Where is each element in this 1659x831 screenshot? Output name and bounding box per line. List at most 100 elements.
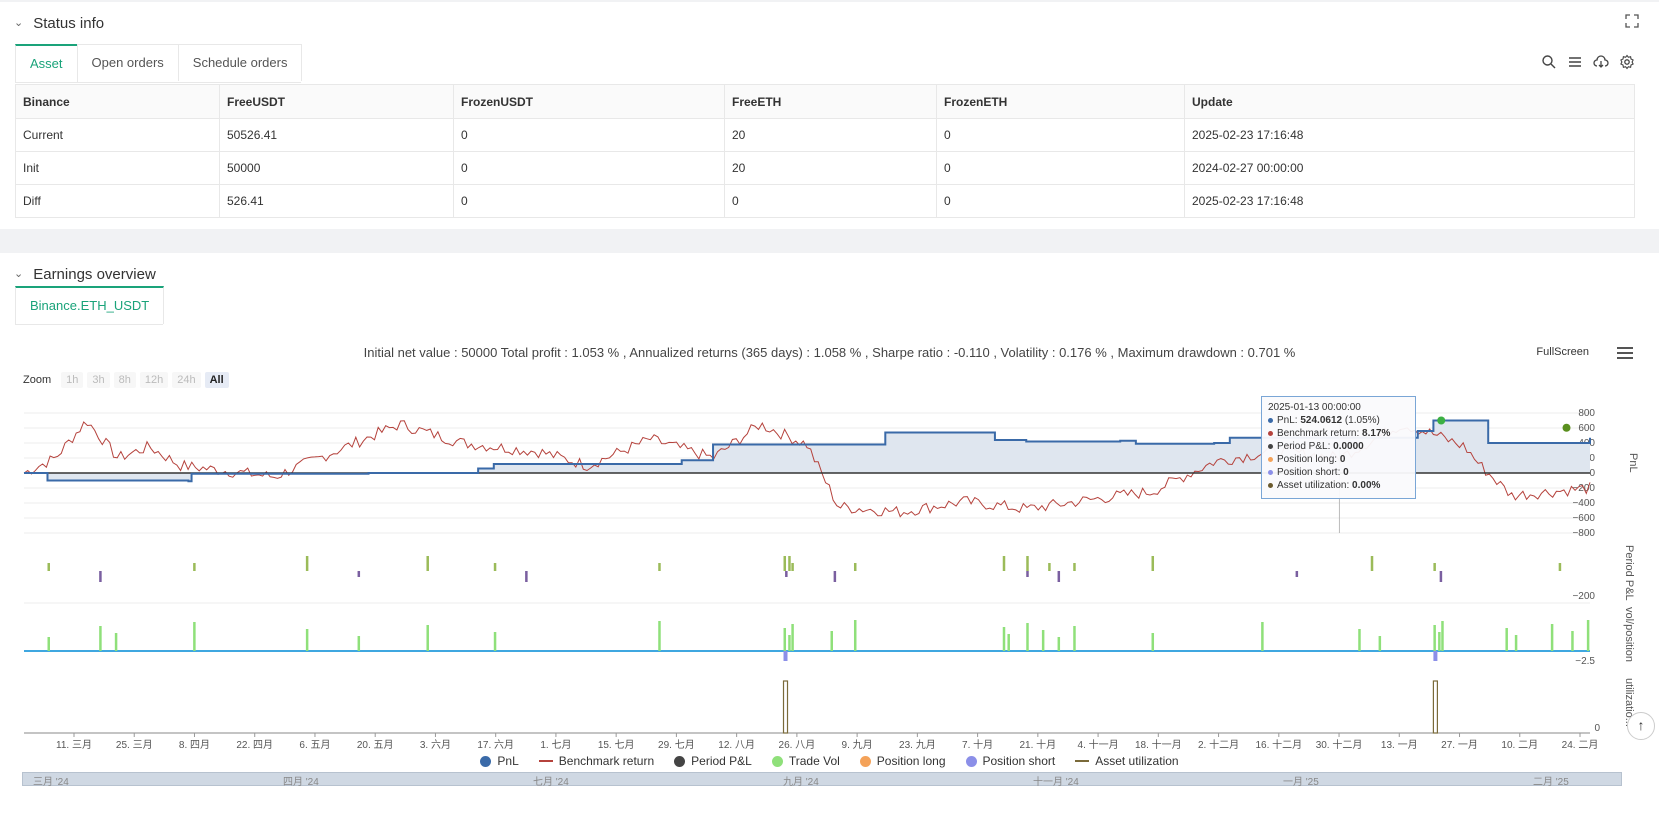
- trade-vol-bar: [853, 620, 857, 651]
- column-header[interactable]: Binance: [15, 84, 220, 119]
- chart-tooltip: 2025-01-13 00:00:00 PnL: 524.0612 (1.05%…: [1261, 396, 1416, 499]
- tooltip-label: Position long:: [1277, 454, 1340, 465]
- x-tick-label: 6. 五月: [299, 739, 330, 751]
- table-cell: 2025-02-23 17:16:48: [1184, 118, 1635, 152]
- chevron-down-icon[interactable]: ⌄: [14, 16, 23, 29]
- chart-legend: PnL Benchmark return Period P&L Trade Vol Po…: [0, 754, 1659, 768]
- table-cell: 0: [724, 184, 937, 218]
- y-axis-label: Period P&L: [1623, 545, 1635, 601]
- navigator-label: 十一月 '24: [1033, 777, 1079, 788]
- legend-item[interactable]: Position long: [859, 754, 946, 768]
- legend-swatch-icon: [538, 760, 553, 762]
- x-tick-label: 1. 七月: [540, 739, 571, 751]
- legend-item[interactable]: Period P&L: [674, 754, 752, 768]
- table-cell: 2024-02-27 00:00:00: [1184, 151, 1635, 185]
- position-short-bar: [1433, 651, 1438, 661]
- x-tick-label: 27. 一月: [1441, 739, 1478, 751]
- column-header[interactable]: FrozenUSDT: [453, 84, 725, 119]
- trade-vol-bar: [47, 637, 50, 651]
- column-header[interactable]: FreeUSDT: [219, 84, 454, 119]
- period-pnl-bar: [426, 556, 429, 571]
- tooltip-value: 0: [1343, 467, 1349, 478]
- legend-item[interactable]: Asset utilization: [1075, 754, 1179, 768]
- legend-label: Benchmark return: [558, 754, 655, 768]
- expand-icon[interactable]: [1625, 14, 1639, 28]
- tab-schedule-orders[interactable]: Schedule orders: [177, 44, 303, 81]
- table-row: Init 50000 0 20 0 2024-02-27 00:00:00: [15, 151, 1635, 185]
- tooltip-row: Benchmark return: 8.17%: [1268, 427, 1409, 440]
- x-tick-label: 25. 三月: [116, 739, 153, 751]
- y-tick-label: −400: [1572, 498, 1595, 509]
- column-header[interactable]: FreeETH: [724, 84, 937, 119]
- table-cell: 526.41: [219, 184, 454, 218]
- period-pnl-bar: [791, 563, 794, 571]
- table-header-row: Binance FreeUSDT FrozenUSDT FreeETH Froz…: [15, 84, 1635, 119]
- trade-vol-bar: [1073, 626, 1076, 651]
- tooltip-label: PnL:: [1277, 415, 1301, 426]
- period-pnl-bar: [1439, 571, 1443, 582]
- status-header[interactable]: ⌄ Status info: [14, 8, 104, 38]
- trade-vol-bar: [788, 635, 791, 651]
- tooltip-row: PnL: 524.0612 (1.05%): [1268, 414, 1409, 427]
- y-tick-label: −200: [1572, 591, 1595, 602]
- legend-item[interactable]: PnL: [480, 754, 519, 768]
- scroll-to-top-button[interactable]: ↑: [1627, 712, 1655, 740]
- tab-open-orders[interactable]: Open orders: [76, 44, 179, 81]
- table-row: Diff 526.41 0 0 0 2025-02-23 17:16:48: [15, 184, 1635, 218]
- navigator-label: 一月 '25: [1283, 777, 1319, 788]
- pnl-marker-buy: [1437, 416, 1446, 425]
- trade-vol-bar: [1586, 620, 1590, 651]
- column-header[interactable]: Update: [1184, 84, 1635, 119]
- x-tick-label: 16. 十二月: [1255, 738, 1302, 751]
- x-tick-label: 11. 三月: [56, 739, 92, 751]
- search-icon[interactable]: [1541, 54, 1557, 70]
- x-tick-label: 21. 十月: [1019, 738, 1056, 751]
- series-dot-icon: [1268, 469, 1273, 475]
- trade-vol-bar: [1550, 624, 1554, 651]
- trade-vol-bar: [1026, 623, 1029, 651]
- table-cell: 20: [724, 118, 937, 152]
- period-pnl-bar: [1151, 556, 1155, 571]
- trade-vol-bar: [658, 621, 661, 651]
- x-tick-label: 30. 十二月: [1316, 738, 1363, 751]
- y-tick-label: 0: [1589, 468, 1595, 479]
- table-cell: 0: [453, 151, 725, 185]
- row-label-init: Init: [15, 151, 220, 185]
- trade-vol-bar: [1441, 621, 1444, 651]
- list-icon[interactable]: [1567, 54, 1583, 70]
- period-pnl-bar: [1073, 563, 1076, 571]
- y-tick-label: 600: [1578, 423, 1595, 434]
- period-pnl-bar: [1057, 571, 1061, 582]
- x-tick-label: 29. 七月: [658, 739, 695, 751]
- gear-icon[interactable]: [1619, 54, 1635, 70]
- y-tick-label: −800: [1572, 528, 1595, 539]
- x-tick-label: 20. 五月: [357, 739, 394, 751]
- legend-label: Period P&L: [691, 754, 752, 768]
- table-cell: 50000: [219, 151, 454, 185]
- tab-asset[interactable]: Asset: [15, 44, 78, 82]
- utilization-spike: [1432, 680, 1439, 734]
- trade-vol-bar: [1358, 629, 1361, 651]
- tooltip-value: 0: [1339, 454, 1346, 465]
- period-pnl-bar: [1370, 556, 1374, 571]
- tooltip-value: 524.0612: [1300, 415, 1343, 426]
- legend-label: Trade Vol: [788, 754, 840, 768]
- series-dot-icon: [1268, 430, 1273, 436]
- navigator-label: 二月 '25: [1533, 777, 1569, 788]
- status-title: Status info: [33, 14, 105, 32]
- status-panel: ⌄ Status info Asset Open orders Schedule…: [0, 2, 1659, 229]
- earnings-chart[interactable]: 8006004002000−200−400−600−800PnL−200Peri…: [0, 253, 1659, 831]
- legend-swatch-icon: [674, 755, 686, 767]
- column-header[interactable]: FrozenETH: [936, 84, 1185, 119]
- table-cell: 0: [936, 184, 1185, 218]
- tooltip-label: Asset utilization:: [1277, 480, 1353, 491]
- period-pnl-bar: [47, 563, 50, 571]
- trade-vol-bar: [193, 622, 196, 651]
- range-navigator[interactable]: 三月 '24 四月 '24 七月 '24 九月 '24 十一月 '24 一月 '25 二月 …: [22, 772, 1622, 788]
- legend-item[interactable]: Trade Vol: [771, 754, 840, 768]
- legend-item[interactable]: Position short: [965, 754, 1055, 768]
- tooltip-value: 0.00%: [1352, 480, 1381, 491]
- legend-item[interactable]: Benchmark return: [538, 754, 655, 768]
- period-pnl-bar: [525, 571, 528, 582]
- cloud-download-icon[interactable]: [1593, 54, 1609, 70]
